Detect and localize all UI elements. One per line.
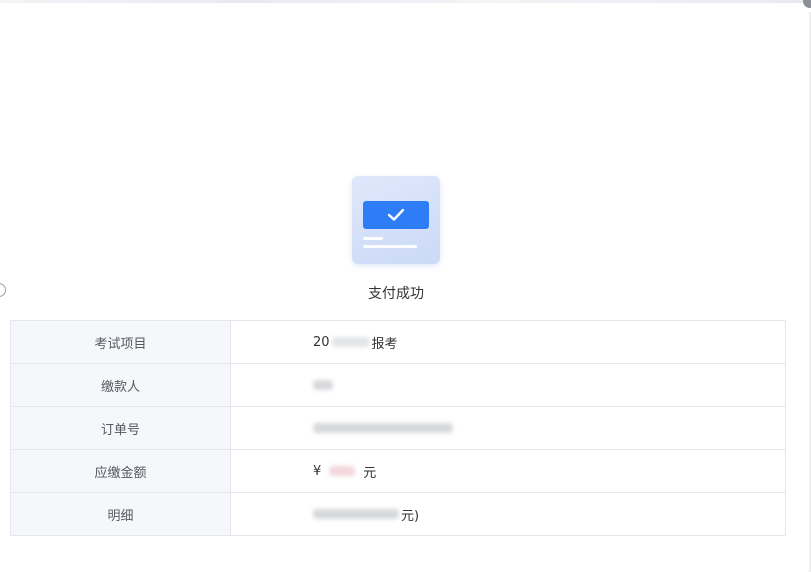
card-line-short [363, 237, 383, 240]
payment-status-text: 支付成功 [368, 286, 424, 302]
row-label-exam-item: 考试项目 [10, 320, 231, 364]
redacted-text [331, 337, 370, 347]
table-row: 考试项目 20 报考 [10, 320, 786, 364]
exam-item-suffix: 报考 [371, 336, 398, 352]
amount-unit: 元 [363, 465, 377, 481]
table-row: 应缴金额 ¥ 元 [10, 449, 786, 493]
details-suffix: 元) [401, 508, 420, 524]
row-value-details: 元) [230, 492, 786, 536]
card-line-long [363, 245, 417, 248]
scrollbar-thumb[interactable] [803, 0, 811, 8]
row-label-amount-due: 应缴金额 [10, 449, 231, 493]
side-radio-icon [0, 283, 6, 297]
row-value-exam-item: 20 报考 [230, 320, 786, 364]
payment-success-icon [352, 176, 440, 264]
currency-symbol: ¥ [313, 463, 322, 479]
row-label-order-number: 订单号 [10, 406, 231, 450]
payment-info-table: 考试项目 20 报考 缴款人 订单号 应缴金额 ¥ 元 明细 元) [10, 320, 786, 536]
redacted-text [329, 466, 356, 476]
redacted-text [313, 423, 453, 433]
redacted-text [313, 380, 333, 390]
top-divider [0, 0, 811, 3]
card-header-bar [363, 201, 429, 229]
exam-item-prefix: 20 [313, 334, 330, 350]
row-label-payer: 缴款人 [10, 363, 231, 407]
check-icon [387, 208, 405, 221]
row-value-amount-due: ¥ 元 [230, 449, 786, 493]
redacted-text [313, 509, 399, 519]
table-row: 明细 元) [10, 492, 786, 536]
row-value-payer [230, 363, 786, 407]
row-value-order-number [230, 406, 786, 450]
table-row: 订单号 [10, 406, 786, 450]
payment-result-page: 支付成功 考试项目 20 报考 缴款人 订单号 应缴金额 ¥ 元 明细 元) [0, 0, 811, 574]
table-row: 缴款人 [10, 363, 786, 407]
row-label-details: 明细 [10, 492, 231, 536]
